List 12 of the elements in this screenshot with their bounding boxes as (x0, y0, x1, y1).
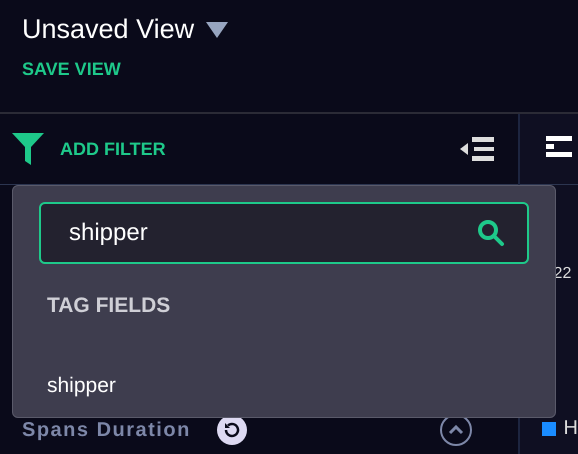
legend-label: H (564, 417, 578, 440)
search-field[interactable]: shipper (39, 202, 529, 264)
filter-icon (12, 133, 44, 165)
menu-option[interactable]: shipper (47, 374, 529, 398)
collapse-list-icon[interactable] (460, 137, 494, 161)
view-title[interactable]: Unsaved View (22, 14, 194, 45)
section-heading: TAG FIELDS (47, 294, 172, 318)
save-view-link[interactable]: SAVE VIEW (22, 59, 578, 80)
search-icon[interactable] (477, 219, 505, 247)
panel-title: Spans Duration (22, 418, 191, 442)
caret-icon[interactable] (206, 22, 228, 38)
add-filter-button[interactable]: ADD FILTER (60, 138, 166, 160)
